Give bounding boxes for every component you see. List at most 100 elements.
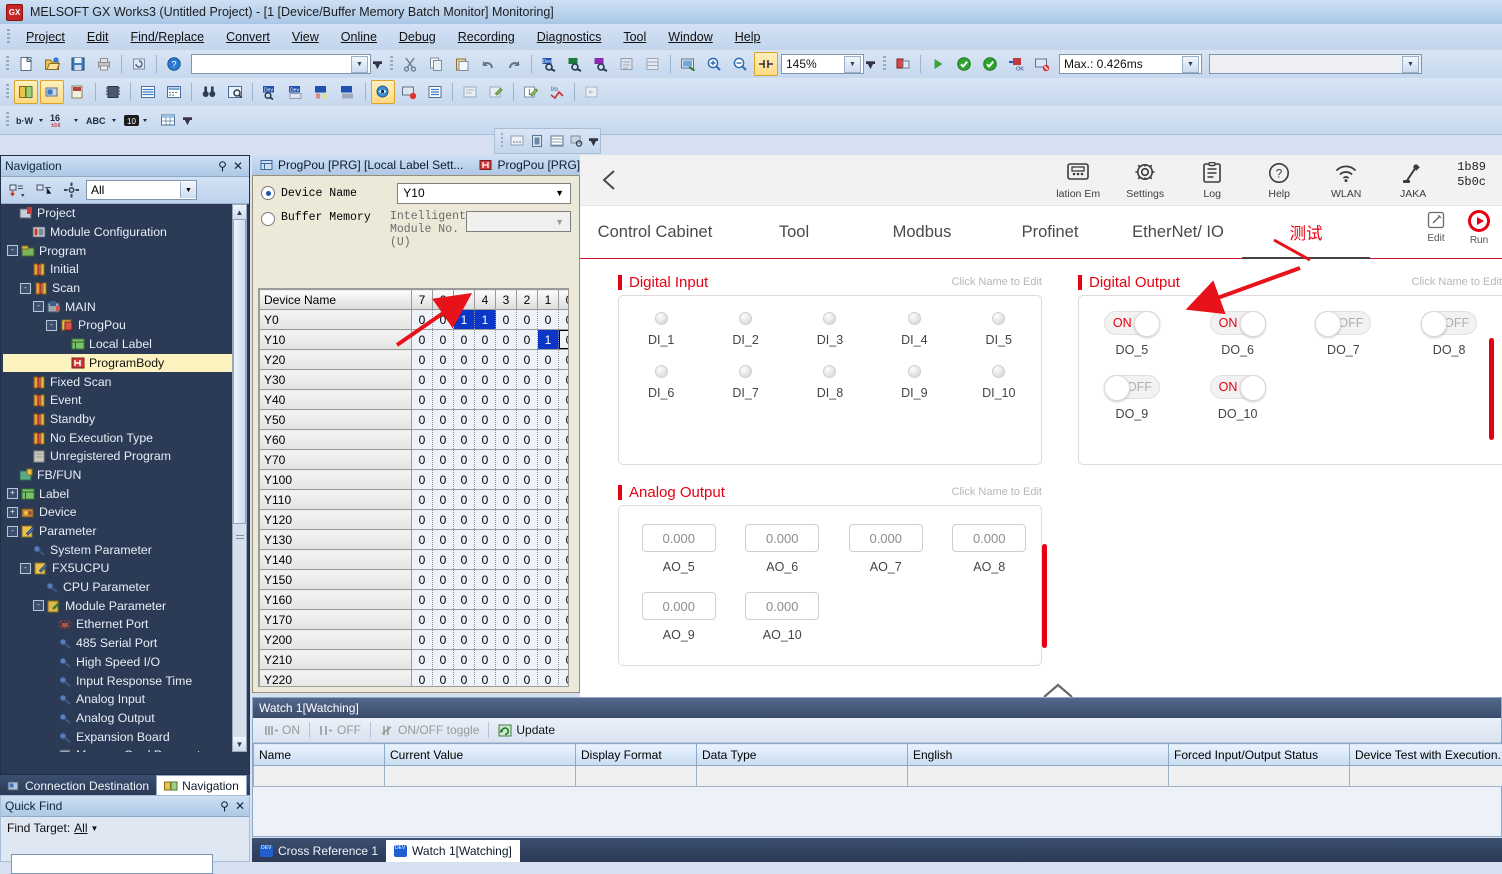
device-bit-cell[interactable]: 0 <box>454 530 475 550</box>
toggle-button[interactable]: ON/OFF toggle <box>373 721 486 739</box>
device-table-row[interactable]: Y4000000000 <box>260 390 570 410</box>
device-bit-cell[interactable]: 0 <box>538 390 559 410</box>
analog-output-item[interactable]: 0.000AO_10 <box>731 592 835 642</box>
replace-device-icon[interactable] <box>66 80 90 104</box>
tree-node-ethernet-port[interactable]: Ethernet Port <box>3 615 235 634</box>
watch-col-header[interactable]: Display Format <box>576 744 697 766</box>
device-bit-cell[interactable]: 0 <box>559 590 570 610</box>
device-bit-cell[interactable]: 0 <box>496 330 517 350</box>
analog-output-item[interactable]: 0.000AO_8 <box>938 524 1042 574</box>
device-bit-cell[interactable]: 0 <box>496 590 517 610</box>
digital-input-item[interactable]: DI_1 <box>619 312 703 347</box>
tree-node-project[interactable]: Project <box>3 204 235 223</box>
tree-expander[interactable]: - <box>33 301 44 312</box>
device-bit-cell[interactable]: 0 <box>433 390 454 410</box>
status-icon-wlan[interactable]: WLAN <box>1323 162 1369 200</box>
toolbar-grip[interactable] <box>883 56 886 72</box>
connection-dest-icon[interactable] <box>40 80 64 104</box>
device-row-name[interactable]: Y140 <box>260 550 412 570</box>
digital-output-item[interactable]: ONDO_10 <box>1185 375 1291 421</box>
back-button[interactable] <box>580 167 640 193</box>
tree-node-analog-output[interactable]: Analog Output <box>3 709 235 728</box>
device-bit-cell[interactable]: 0 <box>559 570 570 590</box>
device-replace-icon[interactable] <box>589 52 613 76</box>
device-bit-cell[interactable]: 0 <box>538 410 559 430</box>
tree-expander[interactable]: + <box>7 488 18 499</box>
chevron-down-icon[interactable]: ▼ <box>555 188 570 198</box>
close-icon[interactable]: ✕ <box>235 799 245 813</box>
watch-row[interactable] <box>254 766 1502 787</box>
di-label[interactable]: DI_4 <box>901 333 927 347</box>
watch-window-icon[interactable] <box>423 80 447 104</box>
device-bit-cell[interactable]: 0 <box>496 530 517 550</box>
device-bit-cell[interactable]: 0 <box>433 430 454 450</box>
run-play-icon[interactable] <box>926 52 950 76</box>
edit-button[interactable]: Edit <box>1426 210 1446 246</box>
device-bit-cell[interactable]: 0 <box>454 610 475 630</box>
device-bit-cell[interactable]: 0 <box>454 350 475 370</box>
tree-node-module-configuration[interactable]: Module Configuration <box>3 223 235 242</box>
do-toggle[interactable]: OFF <box>1315 311 1371 335</box>
chevron-down-icon[interactable]: ▼ <box>91 824 99 833</box>
tree-node-fx5ucpu[interactable]: -FX5UCPU <box>3 559 235 578</box>
device-bit-cell[interactable]: 0 <box>433 330 454 350</box>
device-bit-cell[interactable]: 0 <box>538 590 559 610</box>
ao-label[interactable]: AO_10 <box>763 628 802 642</box>
device-name-radio[interactable] <box>261 186 275 200</box>
device-bit-cell[interactable]: 0 <box>454 650 475 670</box>
tree-node-scan[interactable]: -Scan <box>3 279 235 298</box>
tree-node-label[interactable]: +Label <box>3 484 235 503</box>
find-target-row[interactable]: Find Target: All ▼ <box>1 817 249 839</box>
device-bit-cell[interactable]: 0 <box>475 430 496 450</box>
device-bit-cell[interactable]: 0 <box>517 530 538 550</box>
device-bit-cell[interactable]: 0 <box>538 610 559 630</box>
device-bit-cell[interactable]: 0 <box>475 470 496 490</box>
device-bit-cell[interactable]: 0 <box>496 510 517 530</box>
device-bit-cell[interactable]: 0 <box>496 610 517 630</box>
navigation-scrollbar[interactable]: ▲ ▼ <box>232 204 247 752</box>
watch-col-header[interactable]: Data Type <box>697 744 908 766</box>
di-label[interactable]: DI_5 <box>986 333 1012 347</box>
device-bit-cell[interactable]: 0 <box>517 550 538 570</box>
device-bit-cell[interactable]: 0 <box>559 410 570 430</box>
device-bit-cell[interactable]: 0 <box>538 550 559 570</box>
device-table-row[interactable]: Y000110000 <box>260 310 570 330</box>
menu-item-view[interactable]: View <box>281 27 330 47</box>
tab-ethernet-io[interactable]: EtherNet/ IO <box>1114 223 1242 242</box>
digital-output-item[interactable]: OFFDO_9 <box>1079 375 1185 421</box>
device-bit-cell[interactable]: 0 <box>454 550 475 570</box>
device-bit-cell[interactable]: 0 <box>454 490 475 510</box>
digital-input-item[interactable]: DI_6 <box>619 365 703 400</box>
project-tree[interactable]: ProjectModule Configuration-ProgramIniti… <box>3 204 235 752</box>
device-compare-icon[interactable] <box>310 80 334 104</box>
chevron-down-icon[interactable]: ▼ <box>180 182 196 198</box>
digital-output-scrollbar[interactable] <box>1489 338 1494 440</box>
bottom-tab-watch[interactable]: Watch 1[Watching] <box>386 840 520 862</box>
device-bit-cell[interactable]: 0 <box>517 630 538 650</box>
device-bit-cell[interactable]: 0 <box>412 510 433 530</box>
device-row-name[interactable]: Y20 <box>260 350 412 370</box>
run-icon[interactable] <box>1468 210 1490 232</box>
di-label[interactable]: DI_2 <box>732 333 758 347</box>
device-bit-cell[interactable]: 0 <box>559 370 570 390</box>
device-row-name[interactable]: Y110 <box>260 490 412 510</box>
tree-node-485-serial-port[interactable]: 485 Serial Port <box>3 634 235 653</box>
abc-format-icon[interactable]: ABC <box>84 108 120 132</box>
pin-icon[interactable]: ⚲ <box>218 159 227 173</box>
device-bit-cell[interactable]: 0 <box>559 550 570 570</box>
device-bit-cell[interactable]: 0 <box>475 650 496 670</box>
device-bit-cell[interactable]: 0 <box>538 530 559 550</box>
device-table-row[interactable]: Y6000000000 <box>260 430 570 450</box>
device-bit-cell[interactable]: 0 <box>412 370 433 390</box>
device-bit-cell[interactable]: 0 <box>496 310 517 330</box>
device-bit-cell[interactable]: 0 <box>517 570 538 590</box>
tree-node-program[interactable]: -Program <box>3 241 235 260</box>
do-toggle[interactable]: ON <box>1104 311 1160 335</box>
watch-col-header[interactable]: Name <box>254 744 385 766</box>
digital-input-item[interactable]: DI_8 <box>788 365 872 400</box>
menu-item-recording[interactable]: Recording <box>447 27 526 47</box>
ao-value-input[interactable]: 0.000 <box>642 524 716 552</box>
analog-output-item[interactable]: 0.000AO_6 <box>731 524 835 574</box>
di-label[interactable]: DI_8 <box>817 386 843 400</box>
device-bit-cell[interactable]: 0 <box>517 370 538 390</box>
